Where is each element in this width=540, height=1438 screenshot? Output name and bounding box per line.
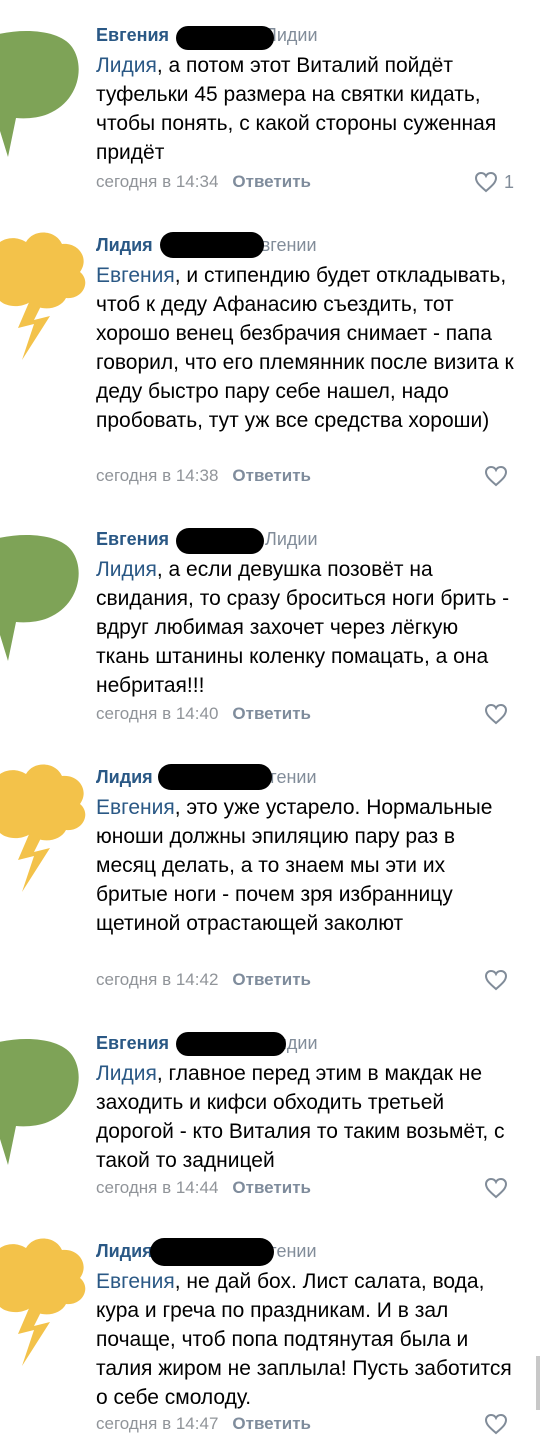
heart-icon (474, 171, 497, 193)
comment-1: Евгения Лидии Лидия, а потом этот Виталий… (0, 22, 540, 212)
comment-text: Лидия, а если девушка позовёт на свидани… (96, 555, 516, 700)
yellow-lightning-cloud-avatar-icon[interactable] (0, 1238, 90, 1378)
reply-button[interactable]: Ответить (232, 466, 311, 485)
green-speech-bubble-avatar-icon[interactable] (0, 22, 90, 162)
heart-icon (484, 703, 508, 725)
reply-to-name[interactable]: Лидии (265, 529, 317, 549)
mention-link[interactable]: Лидия (96, 1062, 157, 1085)
reply-button[interactable]: Ответить (232, 970, 311, 989)
author-name[interactable]: Лидия (96, 1241, 153, 1261)
like-button[interactable] (484, 1412, 514, 1436)
comment-meta: сегодня в 14:34 Ответить (96, 170, 311, 194)
yellow-lightning-cloud-avatar-icon[interactable] (0, 764, 90, 904)
reply-button[interactable]: Ответить (232, 1178, 311, 1197)
redaction-mark (176, 1032, 286, 1056)
mention-link[interactable]: Евгения (96, 264, 175, 287)
like-button[interactable] (484, 464, 514, 488)
mention-link[interactable]: Евгения (96, 796, 175, 819)
redaction-mark (160, 232, 264, 258)
comment-body: , а потом этот Виталий пойдёт туфельки 4… (96, 54, 497, 164)
comment-text: Лидия, главное перед этим в макдак не за… (96, 1059, 516, 1175)
mention-link[interactable]: Лидия (96, 54, 157, 77)
comment-body: , а если девушка позовёт на свидания, то… (96, 558, 510, 697)
green-speech-bubble-avatar-icon[interactable] (0, 526, 90, 666)
reply-button[interactable]: Ответить (232, 1414, 311, 1433)
redaction-mark (176, 26, 274, 50)
comment-4: Лидия Евгении Евгения, это уже устарело. … (0, 764, 540, 994)
comment-timestamp[interactable]: сегодня в 14:47 (96, 1414, 218, 1433)
comment-2: Лидия Евгении Евгения, и стипендию будет … (0, 232, 540, 492)
heart-icon (484, 465, 508, 487)
heart-icon (484, 1177, 508, 1199)
comment-timestamp[interactable]: сегодня в 14:44 (96, 1178, 218, 1197)
comment-6: Лидия Евгении Евгения, не дай бох. Лист с… (0, 1238, 540, 1436)
comment-timestamp[interactable]: сегодня в 14:38 (96, 466, 218, 485)
comment-meta: сегодня в 14:38 Ответить (96, 464, 311, 488)
heart-icon (484, 1413, 508, 1435)
like-button[interactable] (484, 702, 514, 726)
author-name[interactable]: Евгения (96, 1033, 169, 1053)
yellow-lightning-cloud-avatar-icon[interactable] (0, 232, 90, 372)
redaction-mark (158, 764, 272, 790)
comment-text: Евгения, это уже устарело. Нормальные юн… (96, 793, 516, 938)
like-button[interactable]: 1 (474, 170, 514, 194)
comment-meta: сегодня в 14:42 Ответить (96, 968, 311, 992)
like-button[interactable] (484, 1176, 514, 1200)
comment-body: , главное перед этим в макдак не заходит… (96, 1062, 505, 1172)
comment-meta: сегодня в 14:40 Ответить (96, 702, 311, 726)
reply-button[interactable]: Ответить (232, 704, 311, 723)
like-count: 1 (503, 172, 514, 192)
author-name[interactable]: Евгения (96, 529, 169, 549)
like-button[interactable] (484, 968, 514, 992)
comment-text: Евгения, не дай бох. Лист салата, вода, … (96, 1267, 516, 1412)
author-name[interactable]: Лидия (96, 235, 153, 255)
green-speech-bubble-avatar-icon[interactable] (0, 1030, 90, 1170)
author-name[interactable]: Лидия (96, 767, 153, 787)
comment-text: Лидия, а потом этот Виталий пойдёт туфел… (96, 51, 516, 167)
heart-icon (484, 969, 508, 991)
scrollbar-thumb[interactable] (536, 1356, 540, 1410)
comment-timestamp[interactable]: сегодня в 14:40 (96, 704, 218, 723)
comment-body: , и стипендию будет откладывать, чтоб к … (96, 264, 514, 432)
author-name[interactable]: Евгения (96, 25, 169, 45)
reply-button[interactable]: Ответить (232, 172, 311, 191)
comment-text: Евгения, и стипендию будет откладывать, … (96, 261, 516, 435)
comment-timestamp[interactable]: сегодня в 14:34 (96, 172, 218, 191)
comment-5: Евгения Лидии Лидия, главное перед этим в… (0, 1030, 540, 1200)
comment-timestamp[interactable]: сегодня в 14:42 (96, 970, 218, 989)
comment-meta: сегодня в 14:44 Ответить (96, 1176, 311, 1200)
mention-link[interactable]: Лидия (96, 558, 157, 581)
comment-meta: сегодня в 14:47 Ответить (96, 1412, 311, 1436)
redaction-mark (150, 1238, 274, 1266)
comment-3: Евгения Лидии Лидия, а если девушка позов… (0, 526, 540, 726)
redaction-mark (176, 528, 264, 554)
mention-link[interactable]: Евгения (96, 1270, 175, 1293)
